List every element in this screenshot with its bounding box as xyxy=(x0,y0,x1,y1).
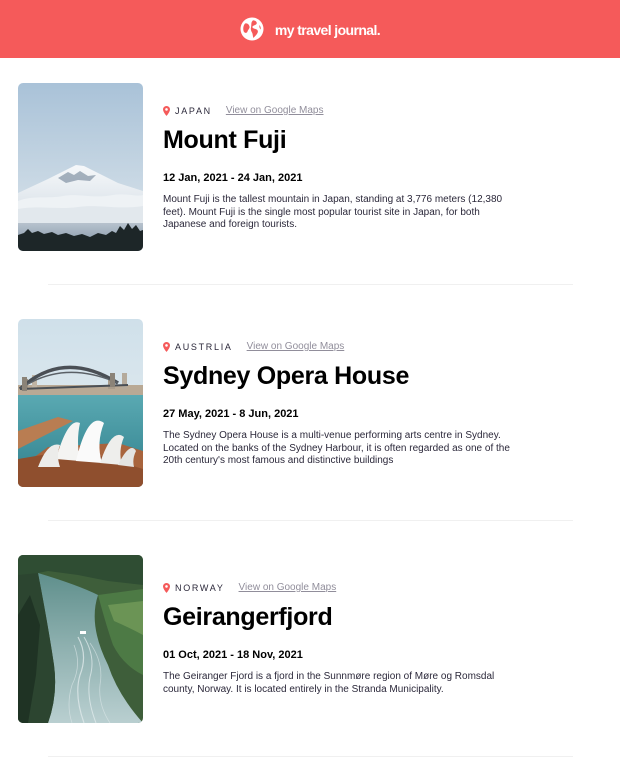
location-row: AUSTRLIA View on Google Maps xyxy=(163,341,344,352)
google-maps-link[interactable]: View on Google Maps xyxy=(226,105,324,116)
location-pin-icon xyxy=(163,341,170,352)
entry-photo-mount-fuji xyxy=(18,83,143,251)
place-title: Sydney Opera House xyxy=(163,362,410,390)
entry-divider xyxy=(48,756,573,757)
app-title: my travel journal. xyxy=(274,21,381,38)
entry-divider xyxy=(48,520,573,521)
journal-entry: AUSTRLIA View on Google Maps Sydney Oper… xyxy=(18,319,578,487)
trip-dates: 01 Oct, 2021 - 18 Nov, 2021 xyxy=(163,649,303,661)
place-description: The Geiranger Fjord is a fjord in the Su… xyxy=(163,671,495,695)
country-label: JAPAN xyxy=(175,105,212,116)
entry-divider xyxy=(48,284,573,285)
journal-entry: JAPAN View on Google Maps Mount Fuji 12 … xyxy=(18,83,578,251)
journal-entry: NORWAY View on Google Maps Geirangerfjor… xyxy=(18,555,578,723)
place-description: Mount Fuji is the tallest mountain in Ja… xyxy=(163,194,503,230)
location-pin-icon xyxy=(163,582,170,593)
google-maps-link[interactable]: View on Google Maps xyxy=(247,341,345,352)
trip-dates: 27 May, 2021 - 8 Jun, 2021 xyxy=(163,408,299,420)
location-row: NORWAY View on Google Maps xyxy=(163,582,336,593)
place-description: The Sydney Opera House is a multi-venue … xyxy=(163,430,510,466)
entry-photo-sydney-opera-house xyxy=(18,319,143,487)
place-title: Mount Fuji xyxy=(163,126,287,154)
country-label: AUSTRLIA xyxy=(175,341,233,352)
app-header: my travel journal. xyxy=(0,0,620,58)
google-maps-link[interactable]: View on Google Maps xyxy=(239,582,337,593)
entry-photo-geirangerfjord xyxy=(18,555,143,723)
location-pin-icon xyxy=(163,105,170,116)
globe-icon xyxy=(240,17,264,41)
place-title: Geirangerfjord xyxy=(163,603,333,631)
trip-dates: 12 Jan, 2021 - 24 Jan, 2021 xyxy=(163,172,303,184)
location-row: JAPAN View on Google Maps xyxy=(163,105,324,116)
country-label: NORWAY xyxy=(175,582,225,593)
